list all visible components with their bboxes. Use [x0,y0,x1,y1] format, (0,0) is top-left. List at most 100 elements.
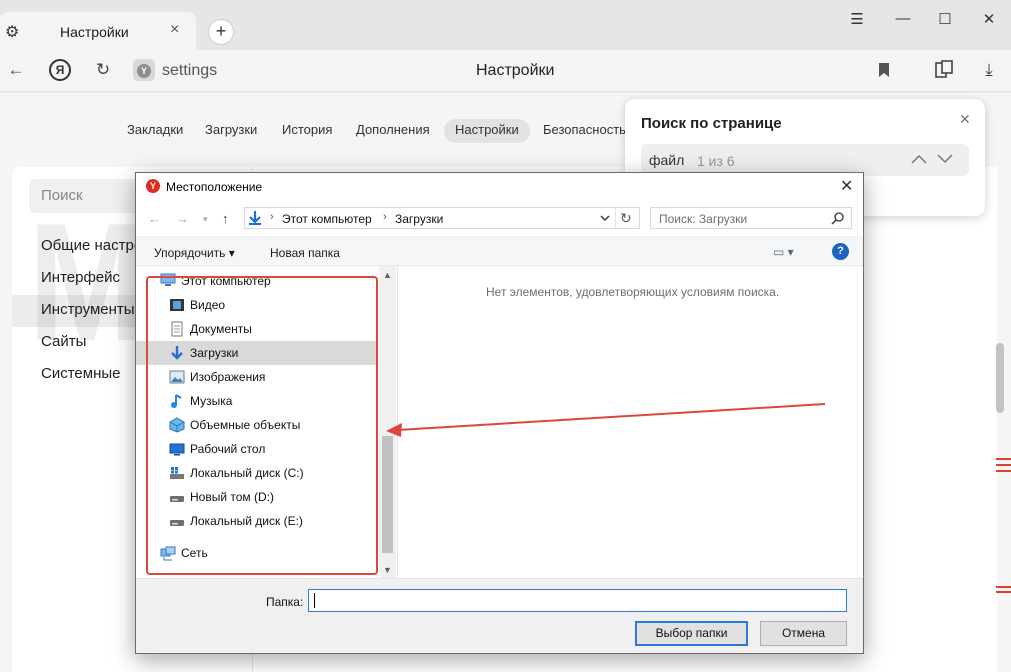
up-icon[interactable]: ↑ [222,211,229,226]
tree-item-3d-objects[interactable]: Объемные объекты [136,413,376,437]
scroll-up-icon[interactable]: ▲ [383,270,392,280]
nav-downloads[interactable]: Загрузки [194,119,268,143]
forward-icon[interactable]: → [176,211,189,226]
scroll-marker [996,586,1011,588]
new-tab-button[interactable]: + [208,19,234,45]
drive-c-icon [170,467,184,479]
dialog-search-placeholder: Поиск: Загрузки [659,212,748,226]
3d-objects-icon [169,417,185,433]
music-icon [171,394,182,408]
tab-title: Настройки [60,24,129,40]
folder-picker-dialog: Y Местоположение ✕ ← → ▾ ↑ › Этот компью… [135,172,864,654]
search-icon [831,212,844,225]
breadcrumb-downloads[interactable]: Загрузки [395,212,443,226]
folder-label: Папка: [266,595,304,609]
gear-icon: ⚙ [5,24,20,41]
nav-extensions[interactable]: Дополнения [345,119,441,143]
organize-button[interactable]: Упорядочить ▾ [154,246,235,260]
browser-app-icon: Y [146,179,160,193]
dialog-search-input[interactable]: Поиск: Загрузки [650,207,852,229]
scroll-marker [996,458,1011,460]
recent-chevron-icon[interactable]: ▾ [203,214,208,225]
back-icon[interactable]: ← [5,60,27,80]
tree-item-drive-d[interactable]: Новый том (D:) [136,485,376,509]
maximize-icon[interactable]: ☐ [935,10,955,28]
collections-icon[interactable] [934,60,954,80]
dialog-titlebar: Y Местоположение ✕ [136,173,863,200]
scroll-down-icon[interactable]: ▼ [383,565,392,575]
find-prev-icon[interactable] [911,153,927,165]
tree-item-this-pc[interactable]: Этот компьютер [136,269,376,293]
settings-tab[interactable]: ⚙ Настройки × [0,12,196,50]
reload-icon[interactable]: ↻ [92,60,114,80]
tree-scrollbar-thumb[interactable] [382,436,393,553]
nav-bookmarks[interactable]: Закладки [116,119,194,143]
tree-item-downloads[interactable]: Загрузки [136,341,376,365]
tree-item-desktop[interactable]: Рабочий стол [136,437,376,461]
find-close-icon[interactable]: ✕ [959,111,971,128]
close-window-icon[interactable]: ✕ [979,10,999,28]
breadcrumb-chevron-icon: › [270,211,274,223]
images-icon [169,370,185,384]
tree-item-music[interactable]: Музыка [136,389,376,413]
nav-history[interactable]: История [271,119,343,143]
find-count: 1 из 6 [697,153,735,169]
dialog-title: Местоположение [166,180,263,194]
divider [615,208,616,228]
address-bar[interactable]: › Этот компьютер › Загрузки ↻ [244,207,640,229]
page-scrollbar[interactable] [996,343,1004,413]
nav-security[interactable]: Безопасность [532,119,637,143]
network-icon [160,546,176,561]
documents-icon [171,321,183,337]
dialog-navigation-row: ← → ▾ ↑ › Этот компьютер › Загрузки ↻ По… [136,200,863,236]
drive-icon [170,496,184,502]
find-next-icon[interactable] [937,153,953,165]
scroll-marker [996,464,1011,466]
tree-item-drive-e[interactable]: Локальный диск (E:) [136,509,376,533]
tab-close-icon[interactable]: × [170,21,179,39]
tree-item-drive-c[interactable]: Локальный диск (C:) [136,461,376,485]
tree-item-network[interactable]: Сеть [136,541,376,565]
browser-toolbar: ← Я ↻ Y settings Настройки ⤓ [0,50,1011,92]
text-caret [314,593,315,608]
computer-icon [160,273,176,286]
breadcrumb-chevron-icon: › [383,211,387,223]
address-bar-url[interactable]: settings [162,62,217,80]
browser-titlebar: ⚙ Настройки × + ☰ — ☐ ✕ [0,0,1011,50]
yandex-logo-icon[interactable]: Я [49,59,71,81]
folder-name-input[interactable] [308,589,847,612]
address-dropdown-icon[interactable] [600,215,610,222]
drive-icon [170,520,184,526]
view-options-icon[interactable]: ▭ ▾ [773,245,794,259]
downloads-icon [171,346,183,360]
minimize-icon[interactable]: — [893,10,913,27]
video-icon [170,299,184,311]
dialog-command-bar: Упорядочить ▾ Новая папка ▭ ▾ ? [136,236,863,266]
scroll-marker [996,470,1011,472]
desktop-icon [169,443,185,456]
site-icon[interactable]: Y [133,59,155,81]
tree-item-images[interactable]: Изображения [136,365,376,389]
find-bar-title: Поиск по странице [641,115,782,132]
nav-settings[interactable]: Настройки [444,119,530,143]
dialog-close-icon[interactable]: ✕ [840,176,853,196]
tree-scrollbar[interactable]: ▲ ▼ [379,266,396,578]
menu-icon[interactable]: ☰ [847,10,867,28]
help-icon[interactable]: ? [832,243,849,260]
select-folder-button[interactable]: Выбор папки [635,621,748,646]
new-folder-button[interactable]: Новая папка [270,246,340,260]
downloads-icon [249,211,261,225]
empty-message: Нет элементов, удовлетворяющих условиям … [486,285,780,299]
find-query: файл [649,152,685,168]
folder-content-pane[interactable]: Нет элементов, удовлетворяющих условиям … [397,266,863,578]
tree-item-videos[interactable]: Видео [136,293,376,317]
refresh-icon[interactable]: ↻ [620,210,632,227]
page-title: Настройки [476,62,555,79]
breadcrumb-this-pc[interactable]: Этот компьютер [282,212,372,226]
bookmark-icon[interactable] [878,62,890,78]
cancel-button[interactable]: Отмена [760,621,847,646]
scroll-marker [996,591,1011,593]
download-icon[interactable]: ⤓ [978,60,1000,80]
back-icon[interactable]: ← [148,211,161,226]
tree-item-documents[interactable]: Документы [136,317,376,341]
